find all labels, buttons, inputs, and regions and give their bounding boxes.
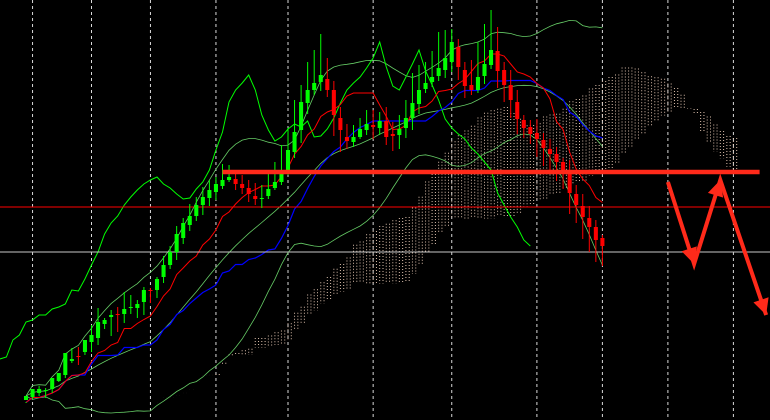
candle-body xyxy=(23,396,29,400)
candle-body xyxy=(69,359,74,361)
candle-body xyxy=(89,335,94,342)
candle-body xyxy=(128,307,133,308)
candle-body xyxy=(554,154,559,162)
vertical-grid xyxy=(32,0,734,420)
candle-body xyxy=(430,77,435,82)
candle-body xyxy=(246,188,251,194)
candle-body xyxy=(82,340,87,352)
candle-body xyxy=(168,252,173,265)
candle-body xyxy=(37,389,42,393)
candle-body xyxy=(312,83,317,90)
candle-body xyxy=(285,150,291,171)
candle-body xyxy=(593,227,598,240)
candle-body xyxy=(181,223,186,238)
candle-body xyxy=(528,127,533,134)
candle-body xyxy=(50,378,55,389)
arrowhead-down-2 xyxy=(753,297,769,315)
projected-path xyxy=(665,173,769,316)
candle-body xyxy=(56,373,61,381)
candle-body xyxy=(377,121,382,128)
candle-body xyxy=(109,315,114,317)
candle-body xyxy=(115,314,120,315)
candle-body xyxy=(574,194,579,205)
candle-body xyxy=(63,353,68,375)
candle-body xyxy=(443,58,448,70)
candle-body xyxy=(154,279,160,290)
candle-body xyxy=(364,124,369,130)
candle-body xyxy=(561,162,566,170)
candle-body xyxy=(187,216,192,225)
candle-body xyxy=(233,179,238,184)
candle-body xyxy=(207,190,212,198)
candle-body xyxy=(220,180,225,186)
candle-body xyxy=(502,70,507,85)
chart-canvas xyxy=(0,0,770,420)
candle-body xyxy=(384,121,389,137)
candle-body xyxy=(456,47,461,67)
candle-body xyxy=(344,137,349,141)
candle-body xyxy=(76,356,81,357)
candle-body xyxy=(266,189,271,196)
candle-body xyxy=(521,120,526,128)
candle-body xyxy=(122,309,127,314)
candle-body xyxy=(449,42,454,62)
candle-body xyxy=(135,304,140,308)
candle-body xyxy=(259,198,264,199)
bollinger-middle xyxy=(25,84,603,397)
candle-body xyxy=(534,133,539,139)
candle-body xyxy=(272,182,277,188)
candle-body xyxy=(469,85,474,90)
candle-body xyxy=(410,103,415,118)
ichimoku-cloud xyxy=(215,67,738,375)
candle-body xyxy=(587,218,592,227)
candle-body xyxy=(194,205,199,216)
candle-body xyxy=(462,70,467,86)
candle-body xyxy=(174,234,179,252)
candle-body xyxy=(318,75,323,82)
candle-body xyxy=(580,206,585,217)
candle-body xyxy=(482,64,487,76)
candle-body xyxy=(213,184,218,192)
candle-body xyxy=(141,290,146,302)
candle-body xyxy=(325,79,330,90)
candle-body xyxy=(371,125,376,127)
candle-body xyxy=(403,118,408,128)
candle-body xyxy=(96,322,101,338)
chikou-span xyxy=(0,40,531,360)
candle-body xyxy=(43,390,48,391)
candle-body xyxy=(292,132,297,152)
candle-body xyxy=(305,90,310,103)
candle-body xyxy=(299,102,304,130)
candle-body xyxy=(508,85,513,100)
candle-body xyxy=(436,68,441,76)
candle-body xyxy=(547,149,553,154)
candle-body xyxy=(397,129,402,135)
candle-body xyxy=(338,118,343,130)
candle-body xyxy=(102,320,107,324)
candle-body xyxy=(567,171,572,193)
candle-body xyxy=(423,83,428,89)
candle-body xyxy=(515,102,520,119)
candle-body xyxy=(390,134,395,136)
candle-body xyxy=(495,51,500,71)
candle-body xyxy=(351,137,356,142)
candle-body xyxy=(489,50,494,65)
candle-body xyxy=(227,177,232,180)
candle-body xyxy=(541,140,546,148)
candle-body xyxy=(475,77,480,90)
candle-body xyxy=(416,90,422,104)
candle-body xyxy=(240,184,245,188)
candle-body xyxy=(30,389,35,397)
price-chart xyxy=(0,0,770,420)
candle-body xyxy=(358,129,363,137)
candle-body xyxy=(161,265,166,277)
candle-body xyxy=(200,197,205,205)
candle-body xyxy=(600,238,605,246)
candle-body xyxy=(331,90,336,115)
candle-body xyxy=(148,290,153,291)
candle-body xyxy=(253,196,258,199)
